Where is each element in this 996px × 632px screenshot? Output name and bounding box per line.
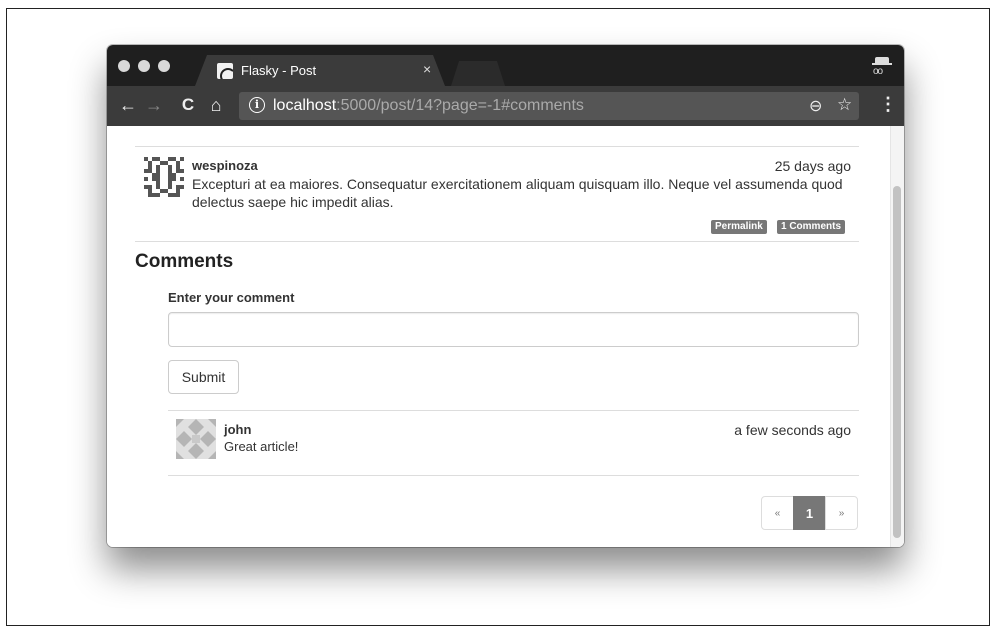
favicon-icon [217,63,233,79]
forward-button[interactable]: → [143,94,165,116]
url-host: localhost [273,97,337,114]
next-page-button[interactable]: » [825,496,858,530]
browser-tab[interactable]: Flasky - Post × [195,55,445,86]
post-author-avatar[interactable] [144,157,184,197]
divider [135,146,859,147]
tab-close-icon[interactable]: × [423,61,431,77]
tab-title: Flasky - Post [241,63,317,78]
post-date: 25 days ago [774,158,851,174]
post-body: Excepturi at ea maiores. Consequatur exe… [192,176,843,210]
divider [168,475,859,476]
comment-date: a few seconds ago [734,422,851,438]
post-author[interactable]: wespinoza [192,158,258,173]
permalink-label[interactable]: Permalink [711,220,767,234]
reload-button[interactable]: C [177,94,199,116]
home-button[interactable]: ⌂ [205,94,227,116]
bookmark-star-icon[interactable]: ☆ [837,95,852,115]
incognito-icon: oo [872,54,892,77]
new-tab-button[interactable] [451,61,505,86]
site-info-icon[interactable]: i [249,97,265,113]
minimize-window-button[interactable] [138,60,150,72]
comments-count-label[interactable]: 1 Comments [777,220,846,234]
comment-author[interactable]: john [224,422,251,437]
browser-toolbar: ← → C ⌂ i localhost:5000/post/14?page=-1… [107,86,904,126]
scrollbar-thumb[interactable] [893,186,901,538]
back-button[interactable]: ← [117,94,139,116]
comment-body: Great article! [224,439,299,454]
browser-window: Flasky - Post × oo ← → C ⌂ i localhost:5… [107,45,904,547]
page-content: wespinoza 25 days ago Excepturi at ea ma… [107,126,904,547]
pagination: « 1 » [761,496,858,530]
comment-field-label: Enter your comment [168,290,295,305]
divider [168,410,859,411]
page-1-button[interactable]: 1 [793,496,826,530]
close-window-button[interactable] [118,60,130,72]
maximize-window-button[interactable] [158,60,170,72]
prev-page-button[interactable]: « [761,496,794,530]
comment-author-avatar[interactable] [176,419,216,459]
url-text: localhost:5000/post/14?page=-1#comments [273,97,584,115]
address-bar[interactable]: i localhost:5000/post/14?page=-1#comment… [239,92,859,120]
url-path: :5000/post/14?page=-1#comments [336,97,584,114]
zoom-icon[interactable]: ⊖ [809,96,822,116]
comment-input[interactable] [168,312,859,347]
submit-button[interactable]: Submit [168,360,239,394]
comments-heading: Comments [135,251,234,272]
browser-menu-icon[interactable]: ⋮ [879,94,897,115]
tab-bar: Flasky - Post × oo [107,45,904,86]
scrollbar[interactable] [890,126,904,547]
divider [135,241,859,242]
